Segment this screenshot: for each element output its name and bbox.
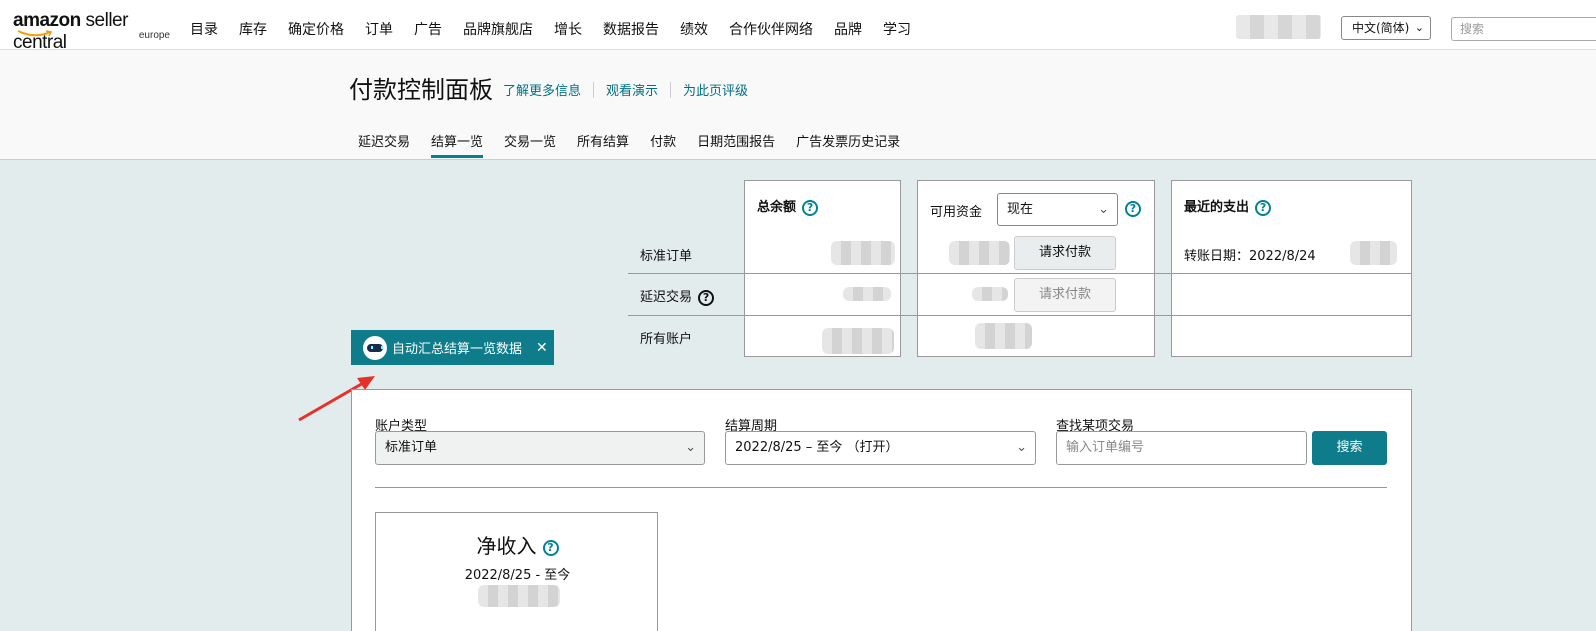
divider xyxy=(670,81,672,98)
nav-item[interactable]: 学习 xyxy=(883,19,911,39)
nav-item[interactable]: 品牌旗舰店 xyxy=(463,19,533,39)
blurred-amount xyxy=(972,287,1008,301)
row-label-standard-orders: 标准订单 xyxy=(640,249,693,264)
tab-item[interactable]: 延迟交易 xyxy=(358,131,410,158)
learn-more-link[interactable]: 了解更多信息 xyxy=(503,80,581,99)
recent-payout-heading: 最近的支出? xyxy=(1184,196,1272,216)
help-icon[interactable]: ? xyxy=(542,539,559,556)
nav-item[interactable]: 数据报告 xyxy=(603,19,659,39)
row-divider xyxy=(628,315,1412,316)
row-label-deferred-transactions: 延迟交易? xyxy=(640,286,715,306)
page-title: 付款控制面板 xyxy=(349,76,493,104)
request-payment-button[interactable]: 请求付款 xyxy=(1014,236,1116,270)
available-funds-heading: 可用资金 xyxy=(930,205,983,220)
row-label-all-accounts: 所有账户 xyxy=(640,332,693,347)
page-header: 付款控制面板 了解更多信息 观看演示 为此页评级 延迟交易 结算一览 交易一览 所有结… xyxy=(0,50,1596,160)
net-income-date: 2022/8/25 - 至今 xyxy=(464,568,571,583)
account-name-blurred[interactable] xyxy=(1236,15,1321,39)
request-payment-deferred-button[interactable]: 请求付款 xyxy=(1014,278,1116,312)
tab-item[interactable]: 日期范围报告 xyxy=(697,131,775,158)
nav-item[interactable]: 库存 xyxy=(239,19,267,39)
divider xyxy=(593,81,595,98)
settlement-period-select[interactable]: 2022/8/25 – 至今 （打开） ⌄ xyxy=(725,431,1036,465)
tab-item[interactable]: 所有结算 xyxy=(577,131,629,158)
main-nav-menu: 目录 库存 确定价格 订单 广告 品牌旗舰店 增长 数据报告 绩效 合作伙伴网络 品牌 学习 xyxy=(190,19,932,39)
header-links: 了解更多信息 观看演示 为此页评级 xyxy=(503,80,748,99)
nav-item[interactable]: 广告 xyxy=(414,19,442,39)
nav-item[interactable]: 品牌 xyxy=(834,19,862,39)
chevron-down-icon: ⌄ xyxy=(1098,202,1109,217)
global-search-input[interactable]: 搜索 xyxy=(1451,17,1596,41)
net-income-card: 净收入? 2022/8/25 - 至今 xyxy=(375,512,658,631)
watch-demo-link[interactable]: 观看演示 xyxy=(606,80,658,99)
net-income-title: 净收入? xyxy=(376,530,659,559)
logo-region: europe xyxy=(138,30,170,41)
blurred-amount xyxy=(831,241,895,265)
payment-tabs: 延迟交易 结算一览 交易一览 所有结算 付款 日期范围报告 广告发票历史记录 xyxy=(358,131,921,158)
auto-summary-extension-button[interactable]: 自动汇总结算一览数据 ✕ xyxy=(351,330,554,365)
close-icon[interactable]: ✕ xyxy=(536,340,548,356)
language-select[interactable]: 中文(简体) ⌄ xyxy=(1341,16,1431,40)
tab-item[interactable]: 结算一览 xyxy=(431,131,484,158)
robot-icon xyxy=(363,335,387,360)
amazon-smile-icon xyxy=(17,30,53,37)
account-type-select[interactable]: 标准订单 ⌄ xyxy=(375,431,705,465)
help-icon[interactable]: ? xyxy=(802,199,819,216)
nav-item[interactable]: 绩效 xyxy=(680,19,708,39)
blurred-amount xyxy=(822,328,894,354)
nav-item[interactable]: 合作伙伴网络 xyxy=(729,19,813,39)
help-icon[interactable]: ? xyxy=(1125,201,1141,217)
help-icon[interactable]: ? xyxy=(1255,199,1272,216)
blurred-amount xyxy=(949,241,1010,265)
nav-item[interactable]: 确定价格 xyxy=(288,19,344,39)
order-number-input[interactable]: 输入订单编号 xyxy=(1056,431,1307,465)
chevron-down-icon: ⌄ xyxy=(1016,440,1027,455)
tab-item[interactable]: 广告发票历史记录 xyxy=(796,131,900,158)
transfer-date: 转账日期：2022/8/24 xyxy=(1184,249,1316,264)
blurred-amount xyxy=(1350,241,1397,265)
blurred-amount xyxy=(843,287,891,301)
panel-divider xyxy=(375,487,1387,488)
amazon-seller-central-logo[interactable]: amazon seller central europe xyxy=(13,10,173,53)
total-balance-heading: 总余额? xyxy=(757,196,819,216)
blurred-amount xyxy=(478,585,560,607)
blurred-amount xyxy=(975,323,1032,349)
search-button[interactable]: 搜索 xyxy=(1312,431,1387,465)
nav-item[interactable]: 目录 xyxy=(190,19,218,39)
tab-item[interactable]: 交易一览 xyxy=(504,131,556,158)
top-nav-bar: amazon seller central europe 目录 库存 确定价格 订单 广… xyxy=(0,0,1596,53)
row-divider xyxy=(628,273,1412,274)
nav-item[interactable]: 订单 xyxy=(365,19,393,39)
tab-item[interactable]: 付款 xyxy=(650,131,676,158)
chevron-down-icon: ⌄ xyxy=(1414,21,1424,34)
available-funds-period-select[interactable]: 现在 ⌄ xyxy=(997,193,1118,226)
rate-page-link[interactable]: 为此页评级 xyxy=(683,80,748,99)
nav-item[interactable]: 增长 xyxy=(554,19,582,39)
help-icon[interactable]: ? xyxy=(698,289,715,306)
chevron-down-icon: ⌄ xyxy=(685,440,696,455)
